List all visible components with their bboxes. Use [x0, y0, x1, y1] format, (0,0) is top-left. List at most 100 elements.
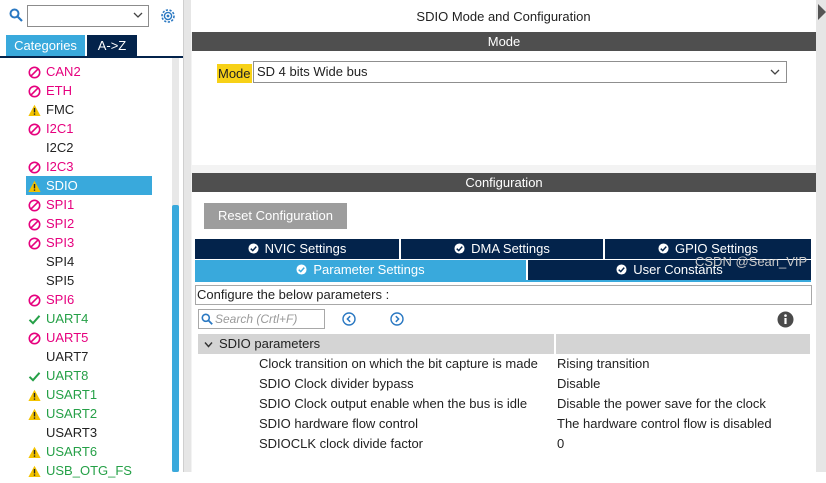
list-item-usart6[interactable]: USART6 — [26, 442, 152, 461]
list-item-spi1[interactable]: SPI1 — [26, 195, 152, 214]
list-item-spi2[interactable]: SPI2 — [26, 214, 152, 233]
list-item-label: ETH — [46, 83, 72, 98]
info-icon[interactable] — [777, 311, 794, 328]
list-item-label: UART7 — [46, 349, 89, 364]
list-item-fmc[interactable]: FMC — [26, 100, 152, 119]
prohibited-icon — [28, 293, 41, 307]
warning-triangle-icon — [28, 407, 41, 420]
parameter-row[interactable]: Clock transition on which the bit captur… — [198, 354, 810, 374]
chevron-down-icon[interactable] — [769, 66, 781, 78]
tab-a-to-z[interactable]: A->Z — [87, 35, 137, 56]
list-item-uart4[interactable]: UART4 — [26, 309, 152, 328]
mode-label: Mode — [217, 64, 252, 83]
page-title: SDIO Mode and Configuration — [191, 0, 816, 32]
configuration-section: Reset Configuration NVIC Settings DMA Se… — [192, 192, 816, 472]
search-icon[interactable] — [9, 8, 23, 22]
prohibited-icon — [28, 160, 41, 174]
tab-label: Parameter Settings — [313, 262, 425, 277]
mode-select[interactable]: SD 4 bits Wide bus — [253, 61, 787, 83]
list-item-i2c2[interactable]: I2C2 — [26, 138, 152, 157]
list-item-spi3[interactable]: SPI3 — [26, 233, 152, 252]
prohibited-icon — [28, 236, 41, 250]
list-item-label: USART3 — [46, 425, 98, 440]
list-item-label: SDIO — [46, 178, 78, 193]
list-item-usart3[interactable]: USART3 — [26, 423, 152, 442]
reset-configuration-button[interactable]: Reset Configuration — [204, 203, 347, 229]
list-item-label: USART1 — [46, 387, 98, 402]
search-icon — [201, 313, 213, 325]
list-item-label: SPI1 — [46, 197, 75, 212]
check-circle-icon — [454, 243, 465, 254]
parameter-row[interactable]: SDIOCLK clock divide factor 0 — [198, 434, 810, 454]
ip-search-row — [0, 0, 183, 34]
list-item-usart2[interactable]: USART2 — [26, 404, 152, 423]
watermark: CSDN @Sean_VIP — [695, 254, 808, 269]
gear-icon[interactable] — [159, 7, 177, 25]
list-item-uart5[interactable]: UART5 — [26, 328, 152, 347]
prohibited-icon — [28, 331, 41, 345]
chevron-down-icon[interactable] — [204, 340, 213, 349]
search-placeholder: Search (Crtl+F) — [215, 312, 298, 326]
list-item-eth[interactable]: ETH — [26, 81, 152, 100]
parameters-info-text: Configure the below parameters : — [195, 285, 812, 305]
parameter-name: SDIO Clock output enable when the bus is… — [259, 396, 528, 411]
mode-section: Mode SD 4 bits Wide bus — [192, 51, 816, 165]
configuration-section-header: Configuration — [192, 173, 816, 192]
list-item-label: USB_OTG_FS — [46, 463, 132, 478]
list-item-i2c1[interactable]: I2C1 — [26, 119, 152, 138]
parameter-row[interactable]: SDIO hardware flow control The hardware c… — [198, 414, 810, 434]
list-item-spi6[interactable]: SPI6 — [26, 290, 152, 309]
parameter-value[interactable]: Disable — [557, 374, 600, 394]
parameter-value[interactable]: Disable the power save for the clock — [557, 394, 766, 414]
chevron-down-icon[interactable] — [132, 9, 144, 21]
prohibited-icon — [28, 198, 41, 212]
list-item-spi4[interactable]: SPI4 — [26, 252, 152, 271]
list-item-label: CAN2 — [46, 64, 81, 79]
list-item-i2c3[interactable]: I2C3 — [26, 157, 152, 176]
list-item-spi5[interactable]: SPI5 — [26, 271, 152, 290]
scrollbar-thumb[interactable] — [172, 205, 179, 472]
prohibited-icon — [28, 122, 41, 136]
parameter-row[interactable]: SDIO Clock divider bypass Disable — [198, 374, 810, 394]
check-icon — [28, 312, 41, 325]
previous-match-icon[interactable] — [342, 312, 356, 326]
parameter-value[interactable]: Rising transition — [557, 354, 650, 374]
parameter-row[interactable]: SDIO Clock output enable when the bus is… — [198, 394, 810, 414]
list-item-label: SPI4 — [46, 254, 75, 269]
list-item-label: SPI5 — [46, 273, 75, 288]
list-item-label: I2C3 — [46, 159, 74, 174]
tab-nvic-settings[interactable]: NVIC Settings — [195, 239, 399, 259]
mode-section-header: Mode — [192, 32, 816, 51]
panel-splitter[interactable] — [183, 0, 191, 472]
list-item-label: I2C2 — [46, 140, 74, 155]
list-item-usb_otg_fs[interactable]: USB_OTG_FS — [26, 461, 152, 480]
list-item-sdio[interactable]: SDIO — [26, 176, 152, 195]
tab-parameter-settings[interactable]: Parameter Settings — [195, 260, 526, 280]
parameter-value[interactable]: 0 — [557, 434, 564, 454]
list-item-uart8[interactable]: UART8 — [26, 366, 152, 385]
parameter-group-header[interactable]: SDIO parameters — [198, 334, 810, 354]
tab-dma-settings[interactable]: DMA Settings — [401, 239, 603, 259]
parameter-name: Clock transition on which the bit captur… — [259, 356, 538, 371]
tab-categories[interactable]: Categories — [6, 35, 85, 56]
check-circle-icon — [296, 264, 307, 275]
list-item-usart1[interactable]: USART1 — [26, 385, 152, 404]
prohibited-icon — [28, 65, 41, 79]
warning-triangle-icon — [28, 464, 41, 477]
list-item-label: SPI2 — [46, 216, 75, 231]
prohibited-icon — [28, 84, 41, 98]
parameter-search-input[interactable]: Search (Crtl+F) — [198, 309, 325, 329]
parameter-value[interactable]: The hardware control flow is disabled — [557, 414, 772, 434]
parameter-group-label: SDIO parameters — [219, 336, 321, 351]
right-edge-strip — [816, 0, 826, 472]
ip-list: CAN2 ETH FMC I2C1 I2C2 I2C3 SDIO SPI1 SPI2 SPI3 SP… — [0, 58, 183, 478]
parameter-name: SDIOCLK clock divide factor — [259, 436, 424, 451]
list-item-label: UART8 — [46, 368, 89, 383]
ip-search-combo[interactable] — [27, 5, 149, 27]
next-match-icon[interactable] — [390, 312, 404, 326]
list-item-can2[interactable]: CAN2 — [26, 62, 152, 81]
check-icon — [28, 369, 41, 382]
category-tabs: Categories A->Z — [0, 34, 183, 58]
list-item-uart7[interactable]: UART7 — [26, 347, 152, 366]
collapse-arrow-icon[interactable] — [818, 4, 826, 20]
